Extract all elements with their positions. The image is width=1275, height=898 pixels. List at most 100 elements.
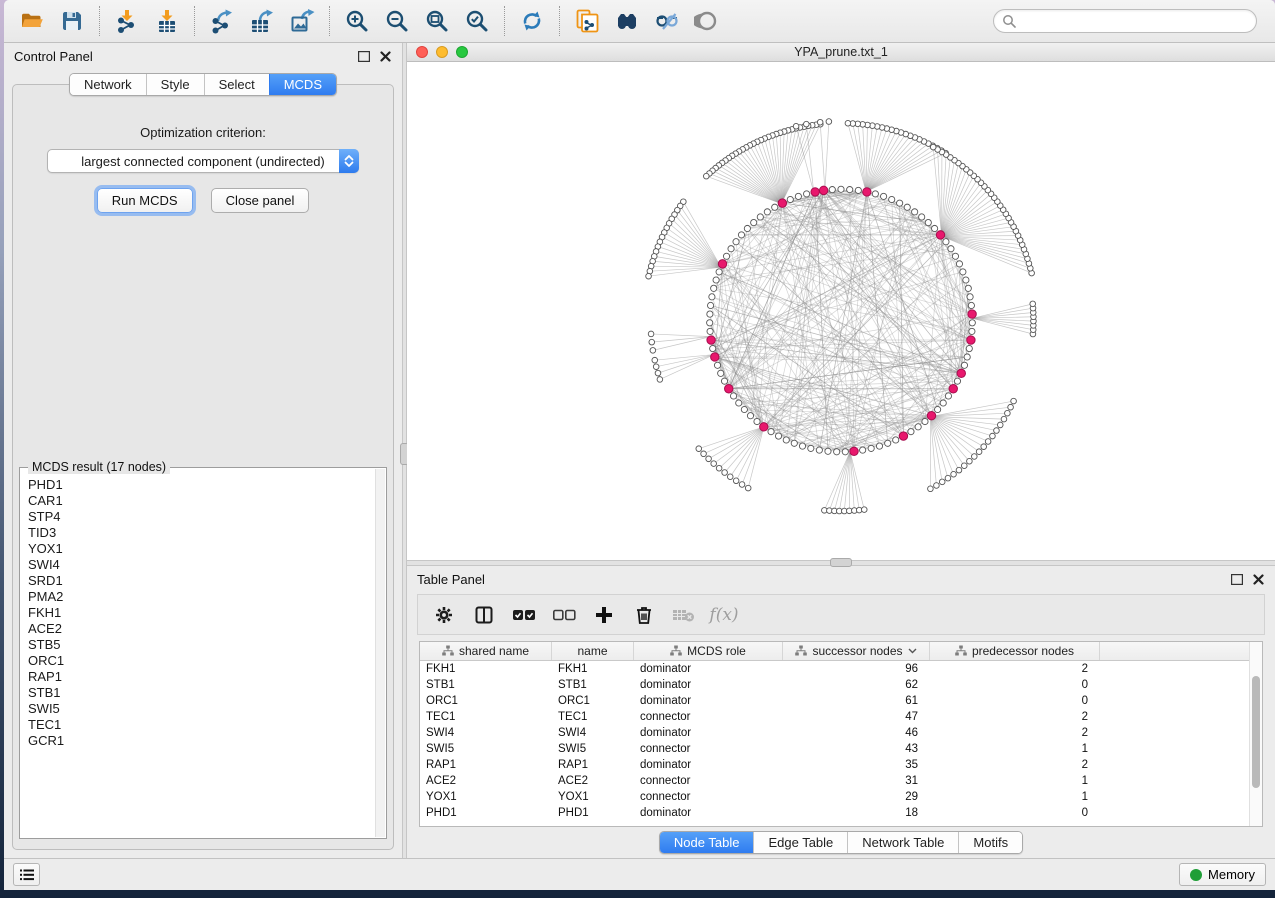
splitter-grip[interactable] xyxy=(830,558,852,567)
node-table: shared namenameMCDS rolesuccessor nodesp… xyxy=(419,641,1263,827)
close-panel-icon[interactable] xyxy=(1252,573,1265,585)
maximize-window-icon[interactable] xyxy=(456,46,468,58)
table-row[interactable]: SWI4SWI4dominator462 xyxy=(420,725,1262,741)
import-network-button[interactable] xyxy=(107,3,147,39)
close-window-icon[interactable] xyxy=(416,46,428,58)
search-network-button[interactable] xyxy=(607,3,647,39)
column-header-MCDS-role[interactable]: MCDS role xyxy=(634,642,783,660)
search-input[interactable] xyxy=(1021,14,1248,28)
table-row[interactable]: RAP1RAP1dominator352 xyxy=(420,757,1262,773)
column-header-predecessor-nodes[interactable]: predecessor nodes xyxy=(930,642,1100,660)
optimization-criterion-select[interactable]: largest connected component (undirected) xyxy=(47,149,359,173)
mcds-result-item[interactable]: CAR1 xyxy=(28,493,375,509)
control-panel: Control Panel NetworkStyleSelectMCDS Opt… xyxy=(4,43,402,858)
table-row[interactable]: FKH1FKH1dominator962 xyxy=(420,661,1262,677)
gear-button[interactable] xyxy=(426,599,462,631)
close-panel-button[interactable]: Close panel xyxy=(211,188,310,213)
column-header-shared-name[interactable]: shared name xyxy=(420,642,552,660)
table-row[interactable]: SWI5SWI5connector431 xyxy=(420,741,1262,757)
table-cell: 35 xyxy=(783,759,930,771)
import-table-button[interactable] xyxy=(147,3,187,39)
mcds-result-item[interactable]: GCR1 xyxy=(28,733,375,749)
table-scrollbar-thumb[interactable] xyxy=(1252,676,1260,788)
select-all-button[interactable] xyxy=(506,599,542,631)
table-cell: dominator xyxy=(634,663,783,675)
run-mcds-button[interactable]: Run MCDS xyxy=(97,188,193,213)
float-panel-icon[interactable] xyxy=(357,50,370,62)
columns-button[interactable] xyxy=(466,599,502,631)
zoom-selected-button[interactable] xyxy=(457,3,497,39)
hide-details-button[interactable] xyxy=(647,3,687,39)
add-button[interactable] xyxy=(586,599,622,631)
mcds-result-item[interactable]: TEC1 xyxy=(28,717,375,733)
delete-table-button[interactable] xyxy=(666,599,702,631)
tab-network[interactable]: Network xyxy=(70,74,146,95)
sort-descending-icon xyxy=(908,648,917,654)
mcds-result-item[interactable]: SRD1 xyxy=(28,573,375,589)
table-cell: 2 xyxy=(930,663,1100,675)
table-header-row: shared namenameMCDS rolesuccessor nodesp… xyxy=(420,642,1262,661)
table-row[interactable]: ACE2ACE2connector311 xyxy=(420,773,1262,789)
table-row[interactable]: TEC1TEC1connector472 xyxy=(420,709,1262,725)
mcds-result-item[interactable]: ACE2 xyxy=(28,621,375,637)
column-header-successor-nodes[interactable]: successor nodes xyxy=(783,642,930,660)
zoom-out-button[interactable] xyxy=(377,3,417,39)
close-panel-icon[interactable] xyxy=(379,50,392,62)
network-canvas[interactable] xyxy=(407,62,1275,560)
table-row[interactable]: STB1STB1dominator620 xyxy=(420,677,1262,693)
minimize-window-icon[interactable] xyxy=(436,46,448,58)
mcds-tab-content: Optimization criterion: largest connecte… xyxy=(12,84,394,850)
table-cell: ORC1 xyxy=(552,695,634,707)
mcds-result-item[interactable]: YOX1 xyxy=(28,541,375,557)
tab-node-table[interactable]: Node Table xyxy=(660,832,754,853)
mcds-result-item[interactable]: PMA2 xyxy=(28,589,375,605)
table-row[interactable]: YOX1YOX1connector291 xyxy=(420,789,1262,805)
mcds-result-item[interactable]: ORC1 xyxy=(28,653,375,669)
tab-network-table[interactable]: Network Table xyxy=(847,832,958,853)
zoom-fit-button[interactable] xyxy=(417,3,457,39)
delete-button[interactable] xyxy=(626,599,662,631)
eye-button[interactable] xyxy=(687,3,727,39)
save-session-button[interactable] xyxy=(52,3,92,39)
search-field[interactable] xyxy=(993,9,1257,33)
deselect-all-button[interactable] xyxy=(546,599,582,631)
zoom-in-button[interactable] xyxy=(337,3,377,39)
refresh-icon xyxy=(519,8,545,34)
panel-splitter-horizontal[interactable] xyxy=(407,560,1275,566)
mcds-result-item[interactable]: STB1 xyxy=(28,685,375,701)
mcds-result-item[interactable]: SWI5 xyxy=(28,701,375,717)
export-table-button[interactable] xyxy=(242,3,282,39)
open-file-button[interactable] xyxy=(12,3,52,39)
float-panel-icon[interactable] xyxy=(1230,573,1243,585)
tab-motifs[interactable]: Motifs xyxy=(958,832,1022,853)
mcds-result-item[interactable]: TID3 xyxy=(28,525,375,541)
refresh-button[interactable] xyxy=(512,3,552,39)
table-cell: ORC1 xyxy=(420,695,552,707)
tab-style[interactable]: Style xyxy=(146,74,204,95)
memory-button[interactable]: Memory xyxy=(1179,863,1266,886)
mcds-result-item[interactable]: SWI4 xyxy=(28,557,375,573)
table-row[interactable]: PHD1PHD1dominator180 xyxy=(420,805,1262,821)
column-header-name[interactable]: name xyxy=(552,642,634,660)
network-window-titlebar[interactable]: YPA_prune.txt_1 xyxy=(407,43,1275,62)
mcds-result-item[interactable]: STB5 xyxy=(28,637,375,653)
task-history-button[interactable] xyxy=(13,863,40,886)
network-window: YPA_prune.txt_1 xyxy=(407,43,1275,560)
export-network-button[interactable] xyxy=(202,3,242,39)
tab-mcds[interactable]: MCDS xyxy=(269,74,336,95)
tab-edge-table[interactable]: Edge Table xyxy=(753,832,847,853)
mcds-result-item[interactable]: PHD1 xyxy=(28,477,375,493)
export-image-button[interactable] xyxy=(282,3,322,39)
network-graph[interactable] xyxy=(407,62,1275,559)
table-cell: TEC1 xyxy=(552,711,634,723)
mcds-result-item[interactable]: STP4 xyxy=(28,509,375,525)
mcds-result-item[interactable]: RAP1 xyxy=(28,669,375,685)
table-scrollbar[interactable] xyxy=(1249,642,1262,826)
tab-select[interactable]: Select xyxy=(204,74,269,95)
export-table-icon xyxy=(249,8,275,34)
mcds-result-item[interactable]: FKH1 xyxy=(28,605,375,621)
mcds-list-scrollbar[interactable] xyxy=(375,469,385,837)
table-row[interactable]: ORC1ORC1dominator610 xyxy=(420,693,1262,709)
function-button[interactable]: f(x) xyxy=(706,599,742,631)
network-file-button[interactable] xyxy=(567,3,607,39)
